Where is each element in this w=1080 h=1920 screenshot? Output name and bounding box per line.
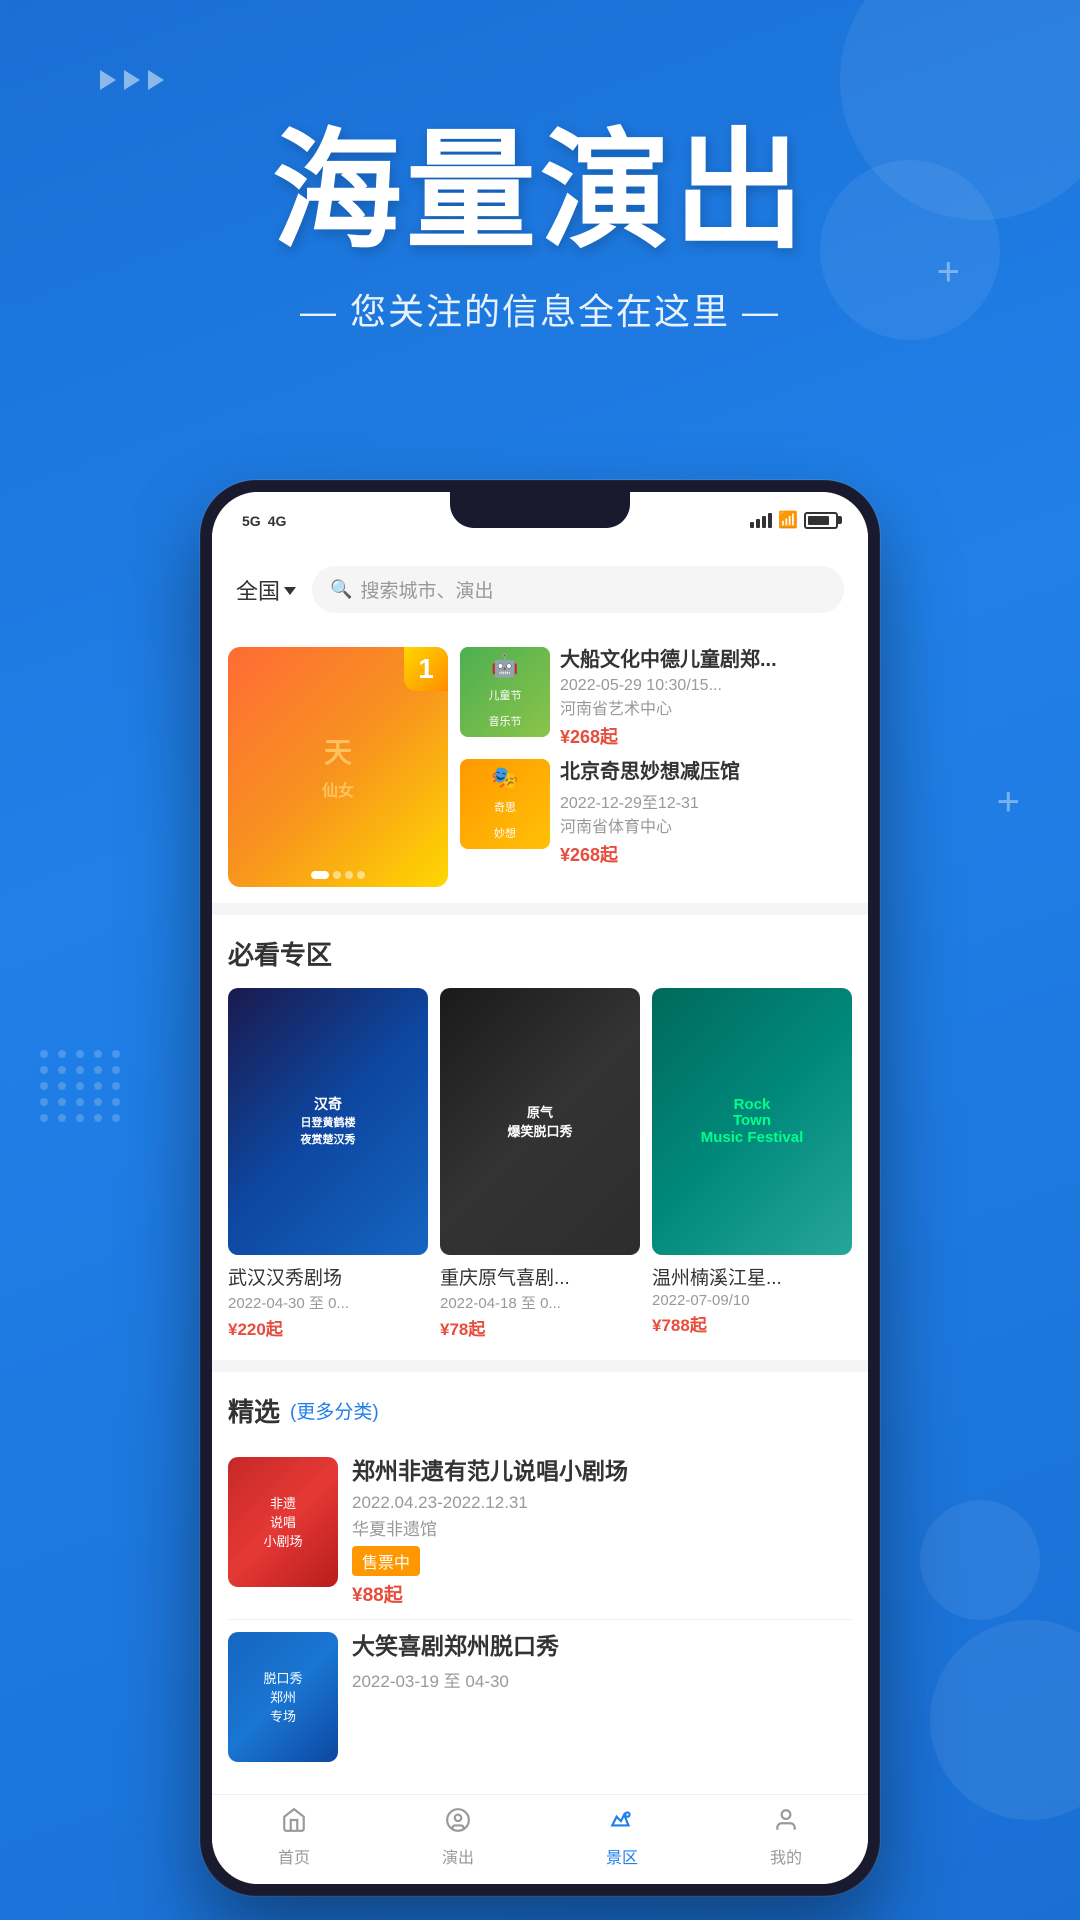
- search-placeholder: 搜索城市、演出: [360, 576, 493, 603]
- banner-item-2-title: 北京奇思妙想减压馆: [560, 759, 852, 785]
- phone-frame: 5G 4G 📶: [200, 480, 880, 1896]
- banner-item-2-price: ¥268起: [560, 841, 852, 867]
- status-icons: 📶: [750, 510, 838, 530]
- must-see-item-2[interactable]: 原气爆笑脱口秀 重庆原气喜剧... 2022-04-18 至 0... ¥78起: [440, 988, 640, 1340]
- featured-item-2[interactable]: 脱口秀郑州专场 大笑喜剧郑州脱口秀 2022-03-19 至 04-30: [228, 1620, 852, 1774]
- featured-item-1-price: ¥88起: [352, 1580, 852, 1607]
- must-see-name-1: 武汉汉秀剧场: [228, 1263, 428, 1290]
- banner-thumb-1: 🤖儿童节音乐节: [460, 647, 550, 737]
- city-label: 全国: [236, 574, 280, 606]
- must-see-date-3: 2022-07-09/10: [652, 1292, 852, 1309]
- nav-mine[interactable]: 我的: [704, 1807, 868, 1868]
- banner-item-1-venue: 河南省艺术中心: [560, 695, 852, 719]
- rock-town-text: RockTownMusic Festival: [701, 1097, 804, 1147]
- banner-item-1-date: 2022-05-29 10:30/15...: [560, 677, 852, 695]
- plus-decoration-2: +: [997, 780, 1020, 825]
- banner-item-1-title: 大船文化中德儿童剧郑...: [560, 647, 852, 673]
- banner-list: 🤖儿童节音乐节 大船文化中德儿童剧郑... 2022-05-29 10:30/1…: [460, 647, 852, 887]
- featured-header: 精选 (更多分类): [228, 1392, 852, 1429]
- must-see-item-1[interactable]: 汉奇日登黄鹤楼夜赏楚汉秀 武汉汉秀剧场 2022-04-30 至 0... ¥2…: [228, 988, 428, 1340]
- featured-item-1-title: 郑州非遗有范儿说唱小剧场: [352, 1457, 852, 1487]
- city-selector[interactable]: 全国: [236, 574, 296, 606]
- must-see-price-3: ¥788起: [652, 1311, 852, 1336]
- magic-icon: 🎭奇思妙想: [491, 765, 518, 843]
- bg-circle-3: [920, 1500, 1040, 1620]
- featured-poster-1: 非遗说唱小剧场: [228, 1457, 338, 1587]
- must-see-date-1: 2022-04-30 至 0...: [228, 1292, 428, 1313]
- shows-icon: [445, 1807, 471, 1840]
- nav-shows[interactable]: 演出: [376, 1807, 540, 1868]
- featured-item-1-status: 售票中: [352, 1546, 420, 1576]
- banner-rank: 1: [404, 647, 448, 691]
- hanqi-text: 汉奇日登黄鹤楼夜赏楚汉秀: [301, 1096, 356, 1147]
- featured-more[interactable]: (更多分类): [290, 1397, 379, 1424]
- nav-scenic-label: 景区: [606, 1844, 638, 1868]
- must-see-name-3: 温州楠溪江星...: [652, 1263, 852, 1290]
- featured-section: 精选 (更多分类) 非遗说唱小剧场 郑州非遗有范儿说唱小剧场 2022.04.2…: [212, 1372, 868, 1794]
- featured-item-1[interactable]: 非遗说唱小剧场 郑州非遗有范儿说唱小剧场 2022.04.23-2022.12.…: [228, 1445, 852, 1620]
- banner-item-2-date: 2022-12-29至12-31: [560, 789, 852, 813]
- notch: [450, 492, 630, 528]
- status-bar: 5G 4G 📶: [212, 492, 868, 548]
- must-see-poster-3: RockTownMusic Festival: [652, 988, 852, 1255]
- banner-item-1-price: ¥268起: [560, 723, 852, 749]
- hero-title: 海量演出: [0, 120, 1080, 263]
- hero-subtitle: — 您关注的信息全在这里 —: [0, 283, 1080, 335]
- banner-main-image[interactable]: 天仙女 1: [228, 647, 448, 887]
- nav-home-label: 首页: [278, 1844, 310, 1868]
- featured-item-2-title: 大笑喜剧郑州脱口秀: [352, 1632, 852, 1662]
- signal-bars: [750, 513, 772, 528]
- nav-shows-label: 演出: [442, 1844, 474, 1868]
- banner-dots: [311, 871, 365, 879]
- home-icon: [281, 1807, 307, 1840]
- featured-item-2-date: 2022-03-19 至 04-30: [352, 1667, 852, 1692]
- phone-mockup: 5G 4G 📶: [200, 480, 880, 1896]
- battery-icon: [804, 512, 838, 529]
- phone-screen: 5G 4G 📶: [212, 492, 868, 1884]
- must-see-date-2: 2022-04-18 至 0...: [440, 1292, 640, 1313]
- must-see-header: 必看专区: [228, 935, 852, 972]
- nav-mine-label: 我的: [770, 1844, 802, 1868]
- must-see-name-2: 重庆原气喜剧...: [440, 1263, 640, 1290]
- mine-icon: [773, 1807, 799, 1840]
- must-see-price-1: ¥220起: [228, 1315, 428, 1340]
- featured-list: 非遗说唱小剧场 郑州非遗有范儿说唱小剧场 2022.04.23-2022.12.…: [228, 1445, 852, 1774]
- play-icons: [100, 70, 164, 90]
- search-icon: 🔍: [330, 579, 352, 600]
- banner-section: 天仙女 1 🤖儿童节音乐节: [212, 631, 868, 903]
- robot-icon: 🤖儿童节音乐节: [489, 653, 522, 731]
- bg-dots: [40, 1050, 122, 1122]
- banner-item-2[interactable]: 🎭奇思妙想 北京奇思妙想减压馆 2022-12-29至12-31 河南省体育中心…: [460, 759, 852, 867]
- must-see-item-3[interactable]: RockTownMusic Festival 温州楠溪江星... 2022-07…: [652, 988, 852, 1340]
- nav-scenic[interactable]: 景区: [540, 1807, 704, 1868]
- must-see-section: 必看专区 汉奇日登黄鹤楼夜赏楚汉秀 武汉汉秀剧场 2022-04-30 至 0.…: [212, 915, 868, 1360]
- must-see-poster-1: 汉奇日登黄鹤楼夜赏楚汉秀: [228, 988, 428, 1255]
- must-see-grid: 汉奇日登黄鹤楼夜赏楚汉秀 武汉汉秀剧场 2022-04-30 至 0... ¥2…: [228, 988, 852, 1340]
- status-network: 5G 4G: [242, 510, 302, 531]
- banner-item-2-venue: 河南省体育中心: [560, 813, 852, 837]
- hero-section: 海量演出 — 您关注的信息全在这里 —: [0, 120, 1080, 335]
- comedy-text: 原气爆笑脱口秀: [507, 1102, 572, 1140]
- nav-home[interactable]: 首页: [212, 1807, 376, 1868]
- banner-thumb-2: 🎭奇思妙想: [460, 759, 550, 849]
- banner-anime-char: 天仙女: [322, 731, 354, 803]
- featured-item-1-venue: 华夏非遗馆: [352, 1515, 852, 1540]
- banner-item-1[interactable]: 🤖儿童节音乐节 大船文化中德儿童剧郑... 2022-05-29 10:30/1…: [460, 647, 852, 749]
- must-see-title: 必看专区: [228, 935, 332, 972]
- featured-poster-2: 脱口秀郑州专场: [228, 1632, 338, 1762]
- search-bar: 全国 🔍 搜索城市、演出: [212, 548, 868, 631]
- featured-title: 精选: [228, 1392, 280, 1429]
- must-see-price-2: ¥78起: [440, 1315, 640, 1340]
- must-see-poster-2: 原气爆笑脱口秀: [440, 988, 640, 1255]
- scenic-icon: [609, 1807, 635, 1840]
- chevron-down-icon: [284, 587, 296, 595]
- wifi-icon: 📶: [778, 510, 798, 530]
- search-input[interactable]: 🔍 搜索城市、演出: [312, 566, 844, 613]
- bg-circle-4: [930, 1620, 1080, 1820]
- bottom-nav: 首页 演出: [212, 1794, 868, 1884]
- featured-item-1-date: 2022.04.23-2022.12.31: [352, 1493, 852, 1513]
